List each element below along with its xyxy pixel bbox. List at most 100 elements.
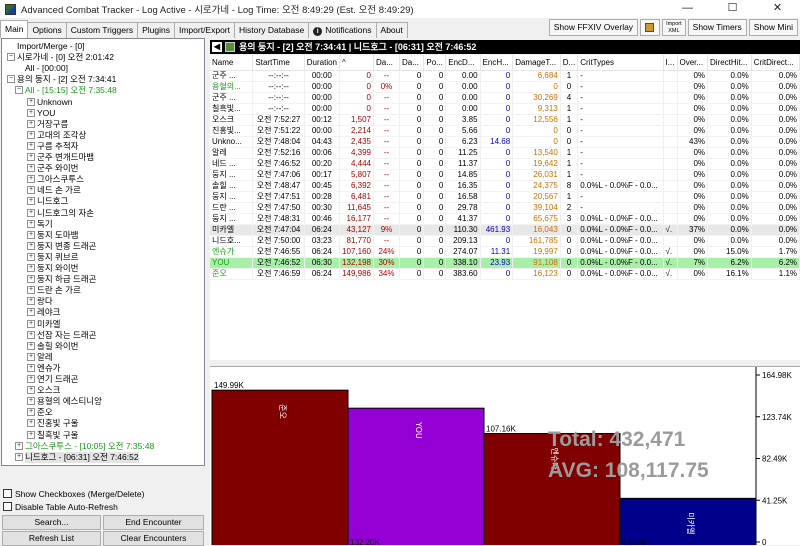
- expand-icon[interactable]: +: [27, 153, 35, 161]
- expand-icon[interactable]: +: [27, 430, 35, 439]
- tree-node[interactable]: 니드호그의 자손: [37, 208, 94, 219]
- show-checkboxes-checkbox[interactable]: [3, 489, 12, 498]
- table-row[interactable]: 네드 ... 오전 7:46:52 00:20 4,444 -- 0 0 11.37 0 19,6…: [210, 158, 800, 170]
- tree-node[interactable]: 니드호그: [37, 196, 68, 207]
- column-header[interactable]: D...: [560, 55, 579, 71]
- table-row[interactable]: 알레 오전 7:52:16 00:06 4,399 -- 0 0 11.25 0 13,540 1-…: [210, 147, 800, 159]
- table-row[interactable]: 진홍빛... 오전 7:51:22 00:00 2,214 -- 0 0 5.66 0 0 0-0%…: [210, 125, 800, 137]
- tree-node[interactable]: 네드 손 가르: [37, 185, 81, 196]
- tab-custom-triggers[interactable]: Custom Triggers: [65, 22, 139, 38]
- tree-node[interactable]: 둥지 퀴브르: [37, 252, 78, 263]
- tree-node[interactable]: 니드호그 - [06:31] 오전 7:46:52: [25, 451, 139, 463]
- tree-node[interactable]: 독기: [37, 219, 53, 230]
- column-header[interactable]: Po...: [423, 55, 447, 71]
- expand-icon[interactable]: +: [15, 452, 23, 461]
- table-row[interactable]: 미카엘 오전 7:47:04 06:24 43,127 9% 0 0 110.30 461.93…: [210, 224, 800, 236]
- table-row[interactable]: YOU 오전 7:46:52 06:30 132,198 30% 0 0 338.10 23.9…: [210, 257, 800, 269]
- expand-icon[interactable]: +: [27, 119, 35, 128]
- show-timers-button[interactable]: Show Timers: [687, 19, 747, 36]
- expand-icon[interactable]: +: [27, 375, 35, 383]
- expand-icon[interactable]: +: [27, 286, 35, 295]
- table-row[interactable]: 니드호... 오전 7:50:00 03:23 81,770 -- 0 0 209.13 0 16…: [210, 235, 800, 247]
- expand-icon[interactable]: +: [27, 408, 35, 417]
- expand-icon[interactable]: +: [27, 197, 35, 206]
- tree-node[interactable]: 둥지 도마뱀: [37, 230, 78, 241]
- expand-icon[interactable]: +: [27, 141, 35, 150]
- clear-encounters-button[interactable]: Clear Encounters: [103, 531, 204, 546]
- tab-notifications[interactable]: i Notifications: [308, 22, 377, 38]
- tree-node[interactable]: 둥지 변종 드래곤: [37, 241, 96, 252]
- expand-icon[interactable]: +: [27, 275, 35, 284]
- maximize-button[interactable]: ☐: [710, 0, 755, 18]
- tree-node[interactable]: 시로가네 - [0] 오전 2:01:42: [17, 52, 114, 63]
- show-checkboxes-option[interactable]: Show Checkboxes (Merge/Delete): [3, 488, 144, 500]
- column-header[interactable]: Over...: [677, 55, 709, 71]
- expand-icon[interactable]: +: [27, 164, 35, 173]
- expand-icon[interactable]: +: [15, 441, 23, 450]
- expand-icon[interactable]: +: [27, 341, 35, 350]
- expand-icon[interactable]: +: [27, 130, 35, 139]
- collapse-icon[interactable]: −: [7, 75, 15, 84]
- tree-node[interactable]: 칠흑빛 구울: [37, 430, 78, 441]
- table-row[interactable]: 엔슈가 오전 7:46:55 06:24 107,160 24% 0 0 274.07 11.3…: [210, 246, 800, 258]
- expand-icon[interactable]: +: [27, 308, 35, 317]
- tree-node[interactable]: 용의 둥지 - [2] 오전 7:34:41: [17, 74, 116, 85]
- collapse-icon[interactable]: −: [7, 53, 15, 62]
- tree-node[interactable]: 둥지 와이번: [37, 263, 78, 274]
- tree-node[interactable]: 레야크: [37, 307, 60, 318]
- expand-icon[interactable]: +: [27, 175, 35, 184]
- expand-icon[interactable]: +: [27, 97, 35, 106]
- tab-plugins[interactable]: Plugins: [137, 22, 175, 38]
- expand-icon[interactable]: +: [27, 186, 35, 195]
- tab-options[interactable]: Options: [27, 22, 67, 38]
- column-header[interactable]: EncD...: [445, 55, 481, 71]
- expand-icon[interactable]: +: [27, 419, 35, 428]
- tree-node[interactable]: 군주 와이번: [37, 163, 78, 174]
- expand-icon[interactable]: +: [27, 230, 35, 239]
- collapse-icon[interactable]: −: [15, 86, 23, 95]
- show-mini-button[interactable]: Show Mini: [748, 19, 798, 36]
- column-header[interactable]: CritTypes: [577, 55, 664, 71]
- table-row[interactable]: 둥지 ... 오전 7:47:06 00:17 5,807 -- 0 0 14.85 0 26,0…: [210, 169, 800, 181]
- table-row[interactable]: Unkno... 오전 7:48:04 04:43 2,435 -- 0 0 6.23 14.6…: [210, 136, 800, 148]
- expand-icon[interactable]: +: [27, 219, 35, 228]
- table-row[interactable]: 둥지 ... 오전 7:47:51 00:28 6,481 -- 0 0 16.58 0 20,5…: [210, 191, 800, 203]
- expand-icon[interactable]: +: [27, 264, 35, 272]
- tab-about[interactable]: About: [375, 22, 408, 38]
- table-row[interactable]: 둥지 ... 오전 7:48:31 00:46 16,177 -- 0 0 41.37 0 65,…: [210, 213, 800, 225]
- search-button[interactable]: Search...: [2, 515, 101, 530]
- tree-node[interactable]: 거장구름: [37, 119, 68, 130]
- tab-main[interactable]: Main: [0, 20, 29, 38]
- expand-icon[interactable]: +: [27, 319, 35, 328]
- table-row[interactable]: 솔힐 ... 오전 7:48:47 00:45 6,392 -- 0 0 16.35 0 24,3…: [210, 180, 800, 192]
- show-ffxiv-overlay-button[interactable]: Show FFXIV Overlay: [548, 19, 639, 36]
- expand-icon[interactable]: +: [27, 297, 35, 306]
- tree-node[interactable]: All - [00:00]: [25, 63, 68, 74]
- end-encounter-button[interactable]: End Encounter: [103, 515, 204, 530]
- tab-history-database[interactable]: History Database: [234, 22, 310, 38]
- tree-node[interactable]: 둥지 하급 드래곤: [37, 274, 96, 285]
- tree-node[interactable]: 오스크: [37, 385, 60, 396]
- column-header[interactable]: Name: [210, 55, 254, 71]
- tree-node[interactable]: 군주 변개드마뱀: [37, 152, 94, 163]
- minimize-button[interactable]: —: [665, 0, 710, 18]
- table-row[interactable]: 군주 ... --:--:-- 00:00 0 -- 0 0 0.00 0 30,269 4-0% 0…: [210, 92, 800, 104]
- column-header[interactable]: DirectHit...: [707, 55, 752, 71]
- back-arrow-icon[interactable]: ◀: [212, 42, 222, 52]
- table-row[interactable]: 드란 ... 오전 7:47:50 00:30 11,645 -- 0 0 29.78 0 39,…: [210, 202, 800, 214]
- column-header[interactable]: EncH...: [480, 55, 514, 71]
- tree-node[interactable]: 알레: [37, 352, 53, 363]
- tree-node[interactable]: 진홍빛 구울: [37, 418, 78, 429]
- close-button[interactable]: ✕: [755, 0, 800, 18]
- tree-node[interactable]: 엔슈가: [37, 363, 60, 374]
- expand-icon[interactable]: +: [27, 397, 35, 406]
- column-header[interactable]: CritDirect...: [751, 55, 800, 71]
- tree-node[interactable]: 그아스쿠투스: [37, 174, 84, 185]
- table-row[interactable]: 준오 오전 7:46:59 06:24 149,986 34% 0 0 383.60 0 16,1…: [210, 268, 800, 280]
- table-row[interactable]: 군주 ... --:--:-- 00:00 0 -- 0 0 0.00 0 6,684 1-0% 0.…: [210, 70, 800, 82]
- tree-node[interactable]: Import/Merge - [0]: [17, 41, 85, 52]
- column-header[interactable]: DamageT...: [512, 55, 561, 71]
- expand-icon[interactable]: +: [27, 241, 35, 250]
- table-row[interactable]: 용혈의... --:--:-- 00:00 0 0% 0 0 0.00 0 0 0-0% 0.0% 0.…: [210, 81, 800, 93]
- tree-node[interactable]: 미카엘: [37, 319, 60, 330]
